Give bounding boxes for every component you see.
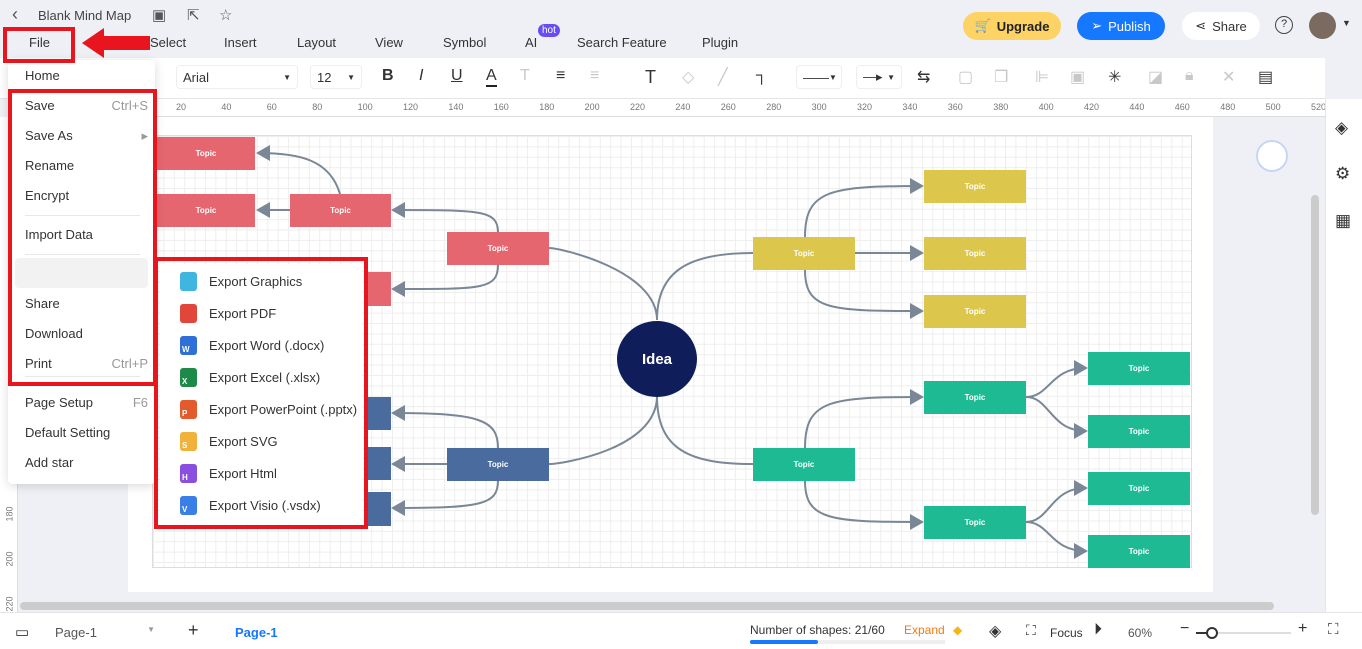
topic-node[interactable] [368, 397, 391, 430]
page-select[interactable]: Page-1 ▼ [55, 625, 155, 640]
topic-node[interactable] [368, 492, 391, 526]
play-icon[interactable]: ⏵ [1094, 621, 1102, 639]
focus-label[interactable]: Focus [1050, 626, 1083, 640]
topic-node[interactable]: Topic [447, 232, 549, 265]
horizontal-scrollbar[interactable] [20, 602, 1274, 610]
crown-icon: ◆ [953, 623, 963, 637]
menu-item-label: Home [25, 68, 60, 83]
grid-apps-icon[interactable]: ▦ [1335, 211, 1351, 231]
fill-bucket-icon[interactable]: ◈ [1335, 118, 1348, 138]
page-tab[interactable]: Page-1 [235, 625, 278, 640]
expand-link[interactable]: Expand [904, 623, 945, 637]
layers-icon[interactable]: ◈ [989, 621, 1001, 641]
topic-node[interactable]: Topic [924, 381, 1026, 414]
add-page-button[interactable]: + [188, 620, 199, 641]
topic-node[interactable]: Topic [924, 237, 1026, 270]
zoom-level[interactable]: 60% [1128, 626, 1152, 640]
zoom-out-button[interactable]: − [1180, 620, 1189, 638]
menu-item-label: Page Setup [25, 395, 93, 410]
file-menu-item[interactable]: Add star [25, 455, 148, 470]
topic-node[interactable]: Topic [447, 448, 549, 481]
file-menu-item[interactable]: Default Setting [25, 425, 148, 440]
topic-node[interactable]: Topic [924, 295, 1026, 328]
topic-node[interactable]: Topic [1088, 352, 1190, 385]
zoom-in-button[interactable]: + [1298, 620, 1307, 638]
topic-node[interactable]: Topic [290, 194, 391, 227]
topic-node[interactable]: Topic [1088, 415, 1190, 448]
arrow-annotation [82, 28, 150, 58]
page-layout-icon[interactable]: ▭ [15, 623, 29, 641]
highlight-file [3, 27, 75, 63]
topic-node[interactable]: Topic [157, 194, 255, 227]
status-bar [0, 612, 1362, 649]
topic-node[interactable]: Topic [924, 506, 1026, 539]
topic-node[interactable]: Topic [1088, 472, 1190, 505]
file-menu-item[interactable]: Page Setup F6 [25, 395, 148, 410]
highlight-export-submenu [154, 257, 368, 529]
shape-settings-icon[interactable]: ⚙ [1335, 164, 1350, 184]
shape-progress [750, 640, 945, 644]
topic-node[interactable] [368, 447, 391, 480]
menu-item-shortcut: F6 [132, 395, 148, 410]
topic-node[interactable]: Topic [157, 137, 255, 170]
topic-node[interactable] [368, 272, 391, 306]
menu-item-label: Default Setting [25, 425, 111, 440]
shape-count: Number of shapes: 21/60 [750, 623, 885, 637]
fullscreen-icon[interactable]: ⛶ [1328, 621, 1339, 638]
topic-node[interactable]: Topic [753, 237, 855, 270]
zoom-slider[interactable] [1196, 627, 1291, 639]
topic-node[interactable]: Topic [753, 448, 855, 481]
highlight-file-menu [8, 89, 157, 386]
file-menu-item[interactable]: Home [25, 68, 148, 83]
menu-item-label: Add star [25, 455, 74, 470]
topic-node[interactable]: Topic [924, 170, 1026, 203]
vertical-scrollbar[interactable] [1311, 195, 1319, 515]
central-idea-node[interactable]: Idea [617, 321, 697, 397]
topic-node[interactable]: Topic [1088, 535, 1190, 568]
focus-icon[interactable]: ⛶ [1026, 622, 1036, 639]
